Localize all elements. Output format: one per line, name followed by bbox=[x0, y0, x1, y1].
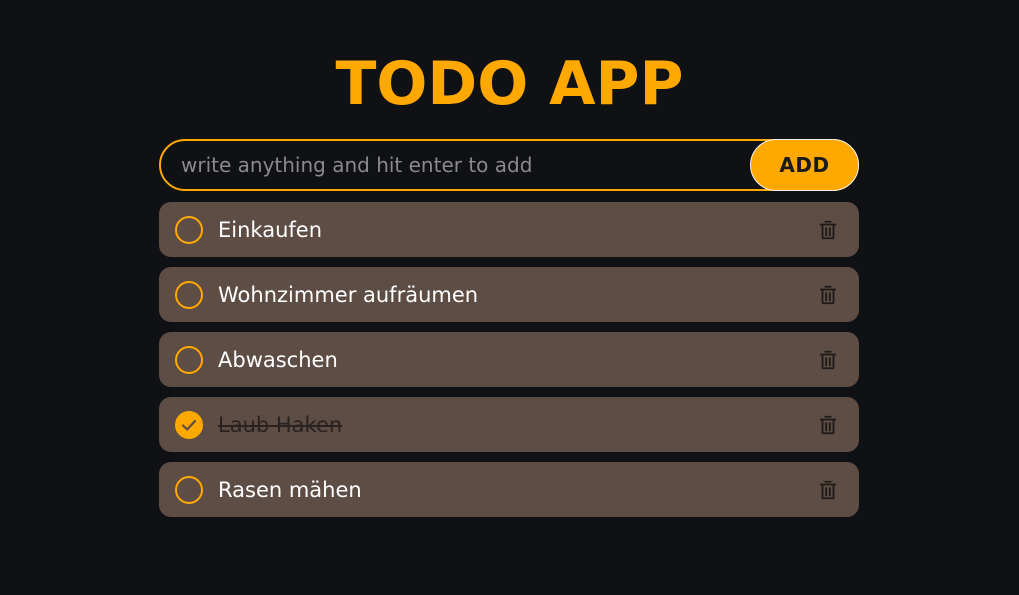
todo-item: Rasen mähen bbox=[159, 462, 859, 517]
trash-icon[interactable] bbox=[817, 219, 839, 241]
todo-item: Abwaschen bbox=[159, 332, 859, 387]
trash-icon[interactable] bbox=[817, 349, 839, 371]
todo-label: Wohnzimmer aufräumen bbox=[218, 282, 479, 307]
todo-label: Abwaschen bbox=[218, 347, 338, 372]
todo-label: Rasen mähen bbox=[218, 477, 362, 502]
todo-app: TODO APP ADD Einkaufen Wohnzimmer aufräu… bbox=[0, 0, 1019, 595]
trash-icon[interactable] bbox=[817, 284, 839, 306]
trash-icon[interactable] bbox=[817, 479, 839, 501]
todo-item: Laub Haken bbox=[159, 397, 859, 452]
checkbox-icon[interactable] bbox=[175, 215, 203, 244]
todo-item: Wohnzimmer aufräumen bbox=[159, 267, 859, 322]
todo-label: Einkaufen bbox=[218, 217, 323, 242]
todo-label: Laub Haken bbox=[218, 412, 343, 437]
add-todo-form: ADD bbox=[159, 139, 859, 191]
add-button[interactable]: ADD bbox=[750, 139, 859, 191]
checkbox-icon[interactable] bbox=[175, 410, 203, 439]
todo-list: Einkaufen Wohnzimmer aufräumen Abwaschen bbox=[159, 202, 859, 527]
checkbox-icon[interactable] bbox=[175, 475, 203, 504]
trash-icon[interactable] bbox=[817, 414, 839, 436]
todo-item: Einkaufen bbox=[159, 202, 859, 257]
checkbox-icon[interactable] bbox=[175, 280, 203, 309]
page-title: TODO APP bbox=[335, 49, 684, 119]
checkbox-icon[interactable] bbox=[175, 345, 203, 374]
